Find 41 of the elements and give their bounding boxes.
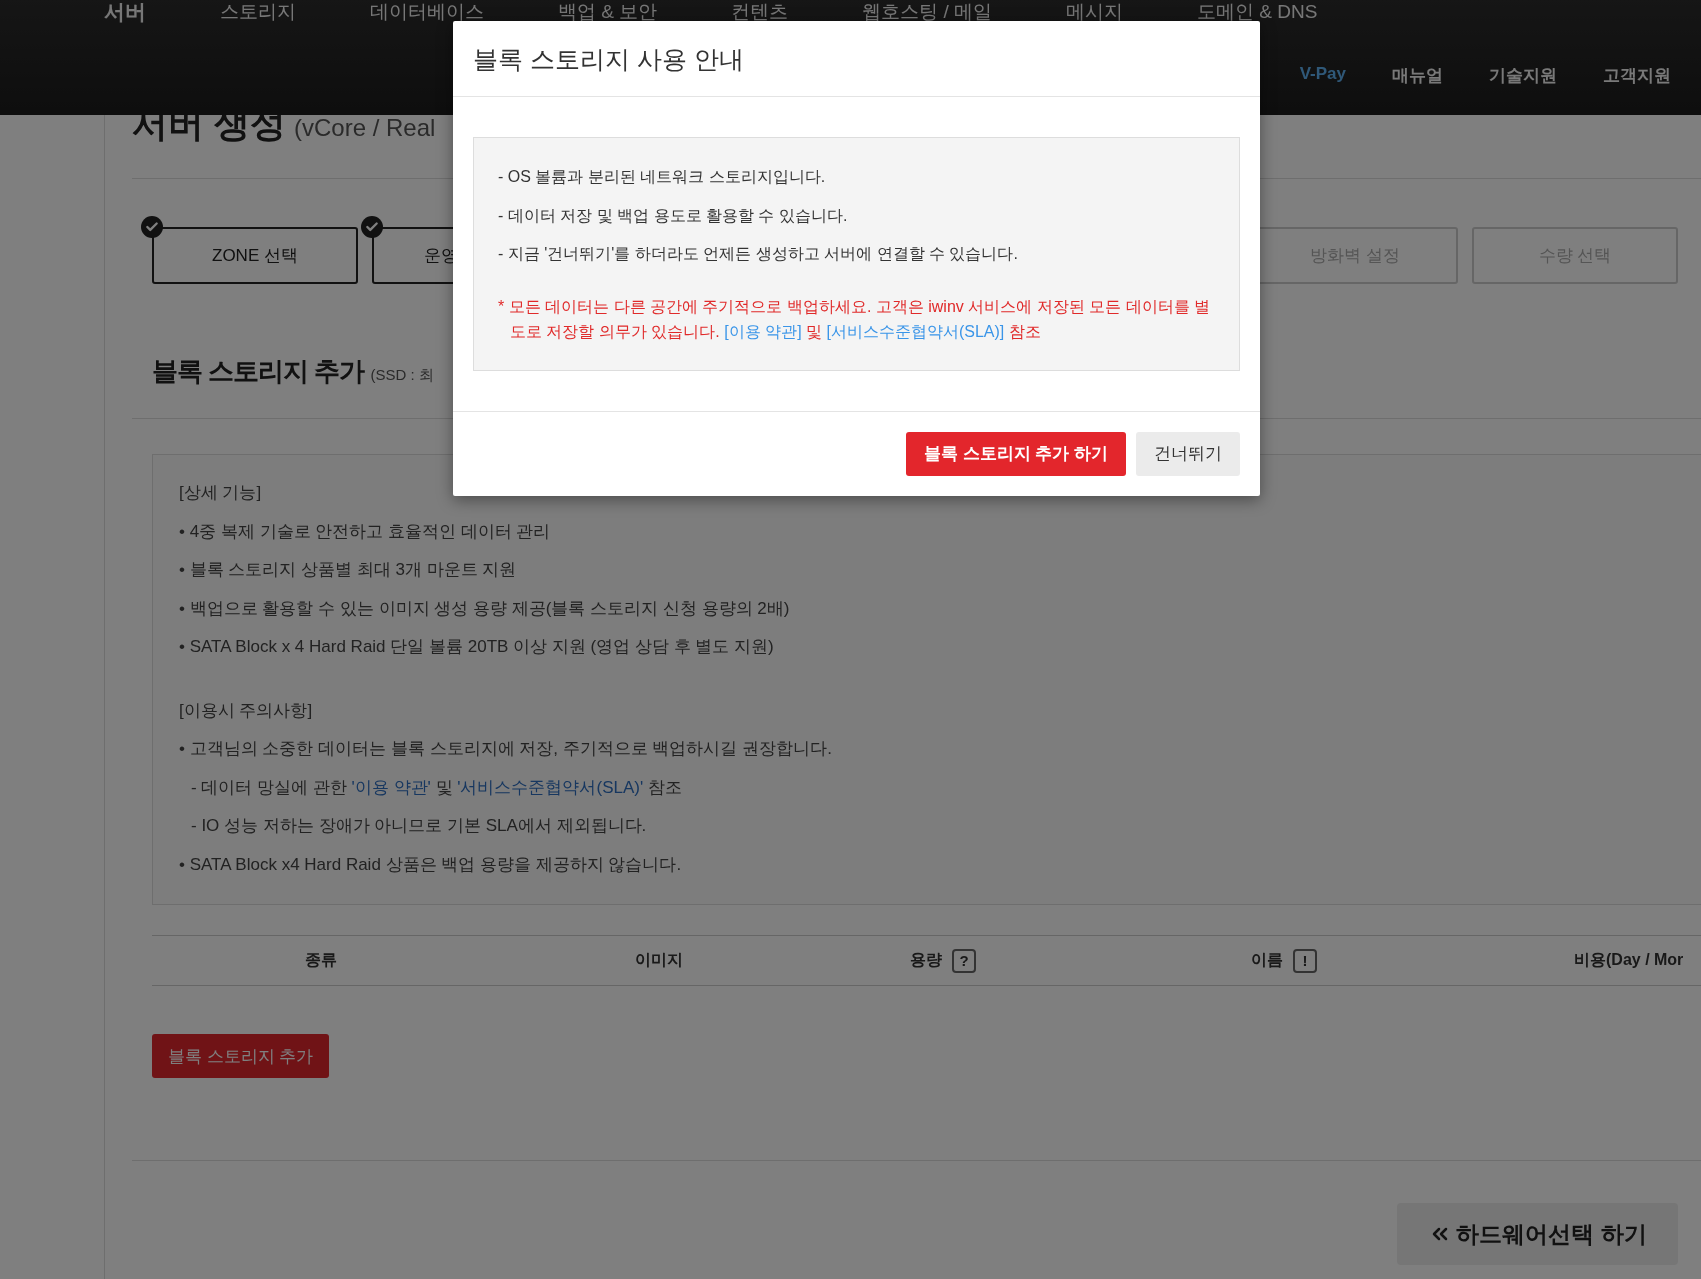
utility-link[interactable]: 기술지원 xyxy=(1489,64,1557,87)
column-header: 용량 xyxy=(910,950,942,970)
link[interactable]: [서비스수준협약서(SLA)] xyxy=(826,322,1005,340)
help-badge[interactable]: ? xyxy=(952,948,976,973)
check-icon xyxy=(141,216,163,238)
modal-line: - 지금 '건너뛰기'를 하더라도 언제든 생성하고 서버에 연결할 수 있습니다. xyxy=(498,244,1019,264)
utility-link[interactable]: 고객지원 xyxy=(1603,64,1671,87)
utility-link[interactable]: 매뉴얼 xyxy=(1392,64,1443,87)
skip-button[interactable]: 건너뛰기 xyxy=(1136,431,1240,476)
step-tab[interactable]: ZONE 선택 xyxy=(152,227,358,284)
info-line: • 블록 스토리지 상품별 최대 3개 마운트 지원 xyxy=(179,559,518,581)
modal-title: 블록 스토리지 사용 안내 xyxy=(453,21,1260,97)
utility-link[interactable]: V-Pay xyxy=(1299,64,1346,87)
info-line: • 4중 복제 기술로 안전하고 효율적인 데이터 관리 xyxy=(179,520,552,543)
back-button[interactable]: 하드웨어선택 하기 xyxy=(1397,1203,1678,1265)
nav-menu-item[interactable]: 서버 xyxy=(104,0,146,28)
add-storage-button[interactable]: 블록 스토리지 추가 xyxy=(152,1034,330,1078)
info-heading: [이용시 주의사항] xyxy=(179,699,314,722)
info-line: • SATA Block x 4 Hard Raid 단일 볼륨 20TB 이상 지원 (영업 상담 후 별도 지원) xyxy=(179,636,775,658)
nav-menu-item[interactable]: 스토리지 xyxy=(220,0,296,28)
info-heading: [상세 기능] xyxy=(179,482,263,504)
column-header: 이름 xyxy=(1251,950,1283,970)
help-badge[interactable]: ! xyxy=(1293,948,1317,973)
modal-line: - 데이터 저장 및 백업 용도로 활용할 수 있습니다. xyxy=(498,205,849,226)
info-line: - 데이터 망실에 관한 '이용 약관' 및 '서비스수준협약서(SLA)' 참조 xyxy=(190,776,683,799)
page-subtitle: (vCore / Real xyxy=(294,114,436,142)
info-line: - IO 성능 저하는 장애가 아니므로 기본 SLA에서 제외됩니다. xyxy=(190,815,648,837)
link[interactable]: '서비스수준협약서(SLA)' xyxy=(457,777,644,797)
info-line: • 백업으로 활용할 수 있는 이미지 생성 용량 제공(블록 스토리지 신청 용량의 2배) xyxy=(179,597,791,620)
modal-line: - OS 볼륨과 분리된 네트워크 스토리지입니다. xyxy=(498,167,827,187)
info-line: • SATA Block x4 Hard Raid 상품은 백업 용량을 제공하지 않습니다. xyxy=(179,853,683,876)
link[interactable]: '이용 약관' xyxy=(351,777,431,797)
column-header: 종류 xyxy=(305,950,337,970)
add-storage-button[interactable]: 블록 스토리지 추가 하기 xyxy=(905,431,1126,476)
warning-text: * 모든 데이터는 다른 공간에 주기적으로 백업하세요. 고객은 iwinv 서비스에 저장된 모든 데이터를 별도로 저장할 의무가 있습니다. [이용 약관] 및 [서비스수준협약서(SLA)] 참조 xyxy=(498,296,1212,342)
section-title: 블록 스토리지 추가 xyxy=(152,355,365,388)
column-header: 이미지 xyxy=(635,950,683,970)
info-line: • 고객님의 소중한 데이터는 블록 스토리지에 저장, 주기적으로 백업하시길 권장합니다. xyxy=(179,738,833,760)
link[interactable]: [이용 약관] xyxy=(724,322,802,340)
section-note: (SSD : 최 xyxy=(370,366,434,385)
column-header: 비용(Day / Mor xyxy=(1574,950,1684,970)
